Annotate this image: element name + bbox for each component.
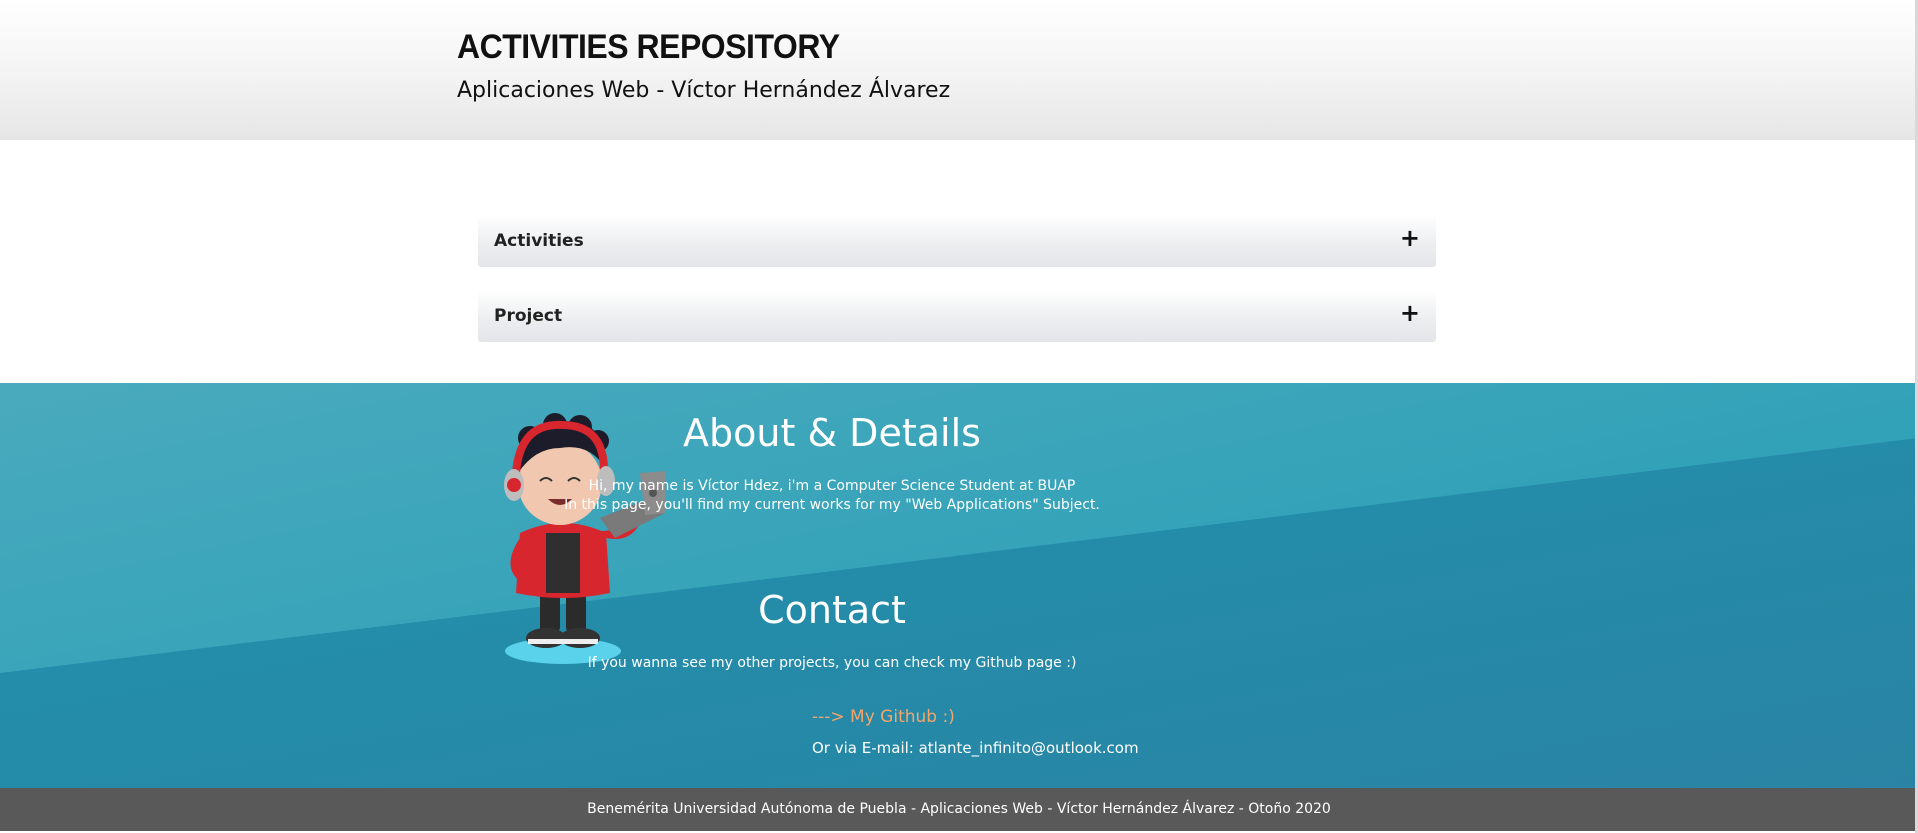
footer-text: Benemérita Universidad Autónoma de Puebl… [587,801,1331,817]
contact-title: Contact [758,588,906,632]
accordion-item-activities[interactable]: Activities + [478,215,1436,267]
contact-email: Or via E-mail: atlante_infinito@outlook.… [812,739,1139,757]
about-description: Hi, my name is Víctor Hdez, i'm a Comput… [0,477,1791,515]
page-header: ACTIVITIES REPOSITORY Aplicaciones Web -… [0,0,1918,140]
accordion-label: Activities [494,231,584,251]
plus-icon[interactable]: + [1400,301,1420,325]
about-line: Hi, my name is Víctor Hdez, i'm a Comput… [588,478,1076,494]
about-title: About & Details [683,411,981,455]
page-footer: Benemérita Universidad Autónoma de Puebl… [0,788,1918,831]
plus-icon[interactable]: + [1400,226,1420,250]
accordion-label: Project [494,306,563,326]
about-line: In this page, you'll find my current wor… [564,497,1100,513]
contact-description: If you wanna see my other projects, you … [587,655,1077,671]
github-link[interactable]: ---> My Github :) [812,707,955,727]
about-section: About & Details Hi, my name is Víctor Hd… [0,383,1918,788]
accordion-item-project[interactable]: Project + [478,290,1436,342]
page-subtitle: Aplicaciones Web - Víctor Hernández Álva… [457,78,951,103]
page-title: ACTIVITIES REPOSITORY [457,28,840,66]
